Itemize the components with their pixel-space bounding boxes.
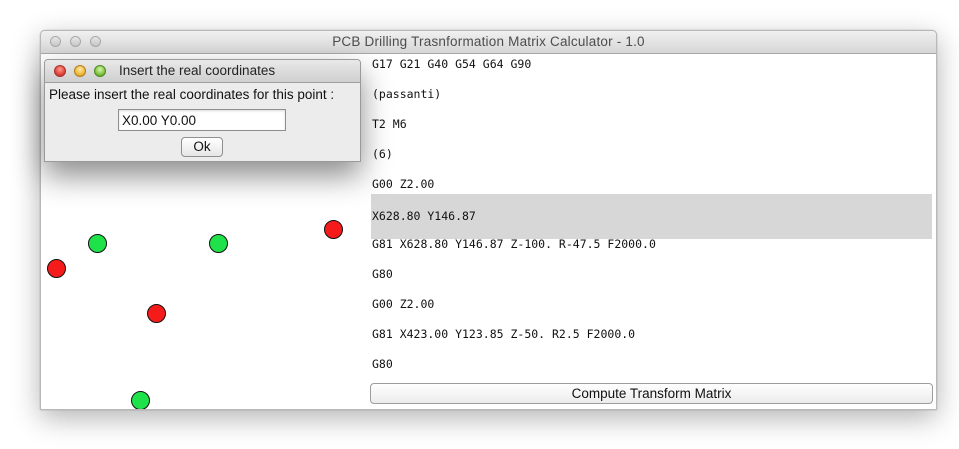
zoom-icon[interactable] — [94, 65, 106, 77]
drill-point-red[interactable] — [147, 304, 166, 323]
drill-point-green[interactable] — [131, 391, 150, 409]
coordinates-input[interactable] — [118, 109, 286, 131]
dialog-title-bar[interactable]: Insert the real coordinates — [45, 60, 360, 83]
drill-point-green[interactable] — [209, 234, 228, 253]
drill-point-red[interactable] — [47, 259, 66, 278]
drill-point-red[interactable] — [324, 220, 343, 239]
window-title: PCB Drilling Trasnformation Matrix Calcu… — [332, 34, 645, 49]
gcode-list[interactable]: G17 G21 G40 G54 G64 G90 (passanti) T2 M6… — [371, 54, 933, 379]
title-bar[interactable]: PCB Drilling Trasnformation Matrix Calcu… — [41, 31, 936, 54]
dialog-body: Please insert the real coordinates for t… — [45, 83, 360, 161]
minimize-icon[interactable] — [74, 65, 86, 77]
coordinates-dialog: Insert the real coordinates Please inser… — [44, 59, 361, 162]
close-icon[interactable] — [54, 65, 66, 77]
gcode-line-selected[interactable]: X628.80 Y146.87 — [371, 194, 932, 239]
dialog-title: Insert the real coordinates — [119, 63, 276, 78]
compute-transform-button[interactable]: Compute Transform Matrix — [370, 383, 933, 404]
dialog-prompt: Please insert the real coordinates for t… — [49, 87, 335, 102]
ok-button[interactable]: Ok — [181, 137, 223, 157]
drill-point-green[interactable] — [88, 234, 107, 253]
